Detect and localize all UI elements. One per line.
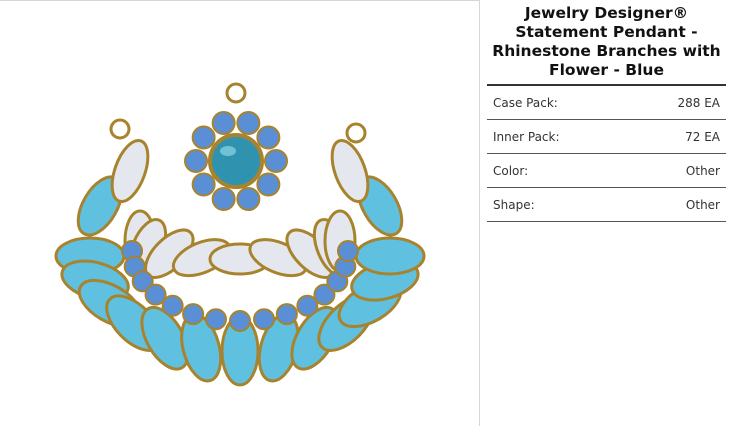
flower-center-stone (208, 133, 264, 189)
spec-table: Case Pack: 288 EA Inner Pack: 72 EA Colo… (487, 86, 726, 222)
flower-petal-rhinestone (191, 172, 216, 197)
spec-value: 72 EA (628, 119, 726, 154)
crystal-stone (330, 138, 370, 204)
flower-petal-rhinestone (236, 110, 261, 135)
flower-petal-rhinestone (256, 125, 281, 150)
spec-label: Inner Pack: (487, 119, 629, 154)
crystal-stone (110, 138, 150, 204)
spec-label: Shape: (487, 187, 629, 222)
jump-ring (225, 82, 247, 104)
flower-petal-rhinestone (264, 149, 288, 173)
flower-petal-rhinestone (191, 125, 216, 150)
sapphire-rhinestone (337, 240, 359, 262)
spec-row-shape: Shape: Other (487, 187, 726, 222)
product-info-panel: Jewelry Designer® Statement Pendant - Rh… (487, 0, 726, 222)
flower-petal-rhinestone (211, 110, 236, 135)
sapphire-rhinestone (229, 310, 251, 332)
spec-value: 288 EA (628, 86, 726, 120)
flower-petal-rhinestone (236, 187, 261, 212)
sapphire-rhinestone (204, 308, 227, 331)
flower-petal-rhinestone (256, 172, 281, 197)
sapphire-rhinestone (161, 294, 184, 317)
sapphire-rhinestone (275, 303, 298, 326)
spec-value: Other (628, 187, 726, 222)
product-title: Jewelry Designer® Statement Pendant - Rh… (487, 4, 726, 86)
spec-row-color: Color: Other (487, 153, 726, 188)
turquoise-stone (354, 236, 426, 276)
spec-value: Other (628, 153, 726, 188)
sapphire-rhinestone (253, 308, 276, 331)
stone-highlight (220, 146, 236, 156)
product-image[interactable] (0, 1, 480, 427)
spec-label: Color: (487, 153, 629, 188)
spec-label: Case Pack: (487, 86, 629, 120)
flower-petal-rhinestone (211, 187, 236, 212)
flower-petal-rhinestone (184, 149, 208, 173)
sapphire-rhinestone (182, 303, 205, 326)
spec-row-case-pack: Case Pack: 288 EA (487, 86, 726, 120)
spec-row-inner-pack: Inner Pack: 72 EA (487, 119, 726, 154)
product-image-panel (0, 0, 480, 426)
jump-ring (109, 118, 131, 140)
jump-ring (345, 122, 367, 144)
